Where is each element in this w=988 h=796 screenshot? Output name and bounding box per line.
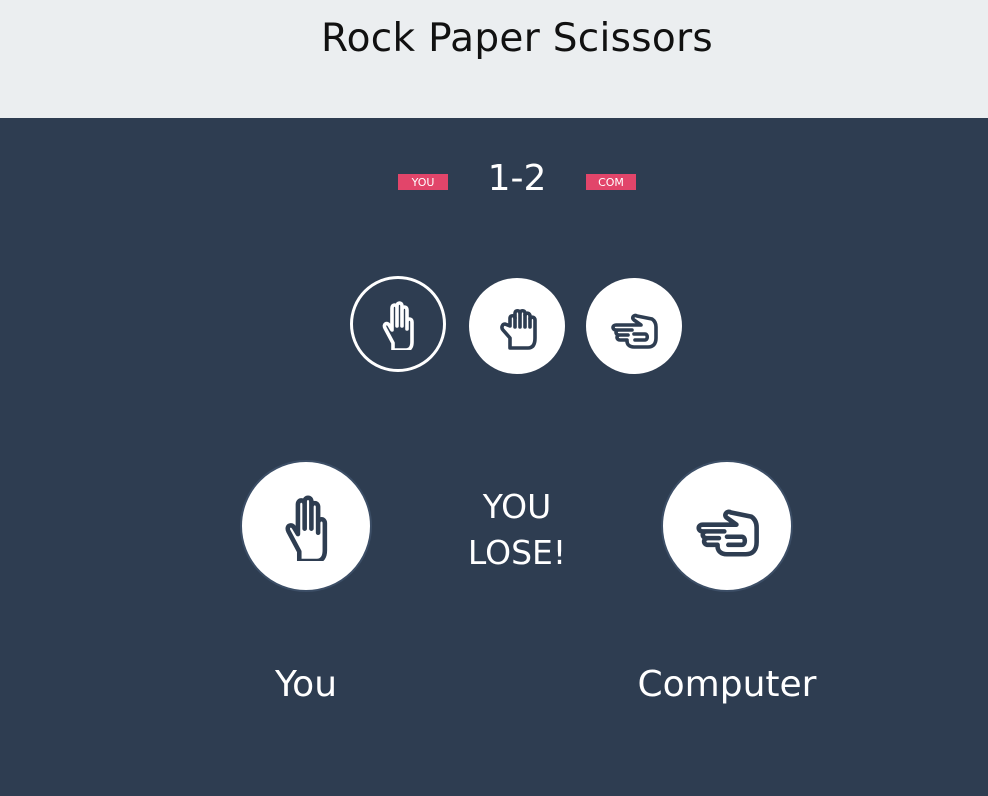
computer-choice-display: [661, 460, 793, 592]
result-line-2: LOSE!: [467, 533, 567, 572]
choice-rock-button[interactable]: [469, 278, 565, 374]
paper-hand-icon: [271, 491, 341, 561]
choice-scissors-button[interactable]: [586, 278, 682, 374]
result-message: YOU LOSE!: [440, 484, 594, 576]
player-label: You: [274, 664, 338, 705]
computer-score-badge: COM: [586, 174, 636, 190]
scissors-hand-icon: [611, 313, 658, 349]
page-title: Rock Paper Scissors: [320, 16, 714, 61]
header-bar: Rock Paper Scissors: [0, 0, 988, 118]
result-line-1: YOU: [482, 487, 552, 526]
game-area: YOU 1-2 COM YOU LOSE! You Computer: [0, 118, 988, 796]
scissors-hand-icon: [692, 491, 762, 561]
choice-paper-button[interactable]: [350, 276, 446, 372]
paper-hand-icon: [382, 301, 414, 350]
player-score-badge: YOU: [398, 174, 448, 190]
computer-label: Computer: [637, 664, 817, 705]
score-display: 1-2: [487, 158, 547, 199]
rock-hand-icon: [500, 308, 537, 350]
player-choice-display: [240, 460, 372, 592]
